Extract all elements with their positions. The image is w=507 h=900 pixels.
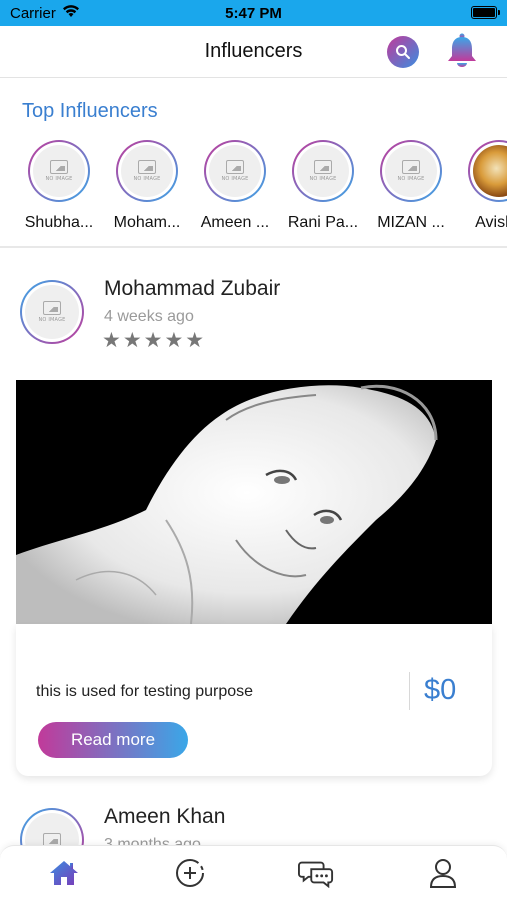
post-timestamp: 4 weeks ago — [104, 308, 194, 325]
bell-icon[interactable] — [444, 32, 480, 70]
home-icon — [50, 861, 78, 885]
influencer-item[interactable]: NO IMAGE Moham... — [103, 140, 191, 232]
tab-chat[interactable] — [298, 856, 334, 890]
influencer-photo — [473, 145, 507, 197]
influencer-item[interactable]: Avisha — [455, 140, 507, 232]
rating-stars: ★★★★★ — [102, 329, 207, 352]
post-description: this is used for testing purpose — [36, 683, 254, 700]
post-card: this is used for testing purpose $0 Read… — [16, 624, 492, 776]
influencer-name: Avisha — [475, 214, 507, 231]
influencer-item[interactable]: NO IMAGE Shubha... — [15, 140, 103, 232]
influencer-name: Rani Pa... — [287, 214, 359, 231]
image-placeholder-icon — [50, 160, 68, 174]
battery-icon — [471, 6, 500, 19]
image-placeholder-icon — [43, 301, 61, 315]
avatar — [468, 140, 507, 202]
profile-icon — [429, 859, 457, 888]
influencer-name: Shubha... — [24, 214, 94, 231]
post-photo-sketch — [16, 384, 438, 624]
chat-icon — [298, 861, 334, 888]
post-author-avatar[interactable]: NO IMAGE — [20, 280, 84, 344]
status-bar: Carrier 5:47 PM — [0, 0, 507, 26]
avatar: NO IMAGE — [292, 140, 354, 202]
search-icon — [396, 45, 410, 59]
tab-add[interactable] — [172, 856, 208, 890]
tab-profile[interactable] — [425, 856, 461, 890]
search-button[interactable] — [387, 36, 419, 68]
section-divider — [0, 246, 507, 248]
post-image[interactable] — [16, 380, 492, 624]
nav-bar: Influencers — [0, 26, 507, 78]
top-influencers-list[interactable]: NO IMAGE Shubha... NO IMAGE Moham... NO … — [0, 140, 507, 240]
status-time: 5:47 PM — [225, 5, 282, 22]
influencer-name: Moham... — [113, 214, 181, 231]
image-placeholder-icon — [226, 160, 244, 174]
tab-bar — [0, 845, 507, 900]
image-placeholder-icon — [138, 160, 156, 174]
avatar: NO IMAGE — [380, 140, 442, 202]
post-price: $0 — [424, 674, 457, 706]
avatar: NO IMAGE — [28, 140, 90, 202]
influencer-item[interactable]: NO IMAGE MIZAN ... — [367, 140, 455, 232]
image-placeholder-icon — [402, 160, 420, 174]
add-circle-icon — [176, 859, 204, 887]
influencer-name: Ameen ... — [200, 214, 270, 231]
page-title: Influencers — [204, 40, 303, 62]
post-author-name[interactable]: Ameen Khan — [104, 805, 225, 829]
influencer-name: MIZAN ... — [377, 214, 445, 231]
avatar: NO IMAGE — [204, 140, 266, 202]
influencer-item[interactable]: NO IMAGE Ameen ... — [191, 140, 279, 232]
price-divider — [409, 672, 410, 710]
tab-home[interactable] — [46, 856, 82, 890]
read-more-button[interactable]: Read more — [38, 722, 188, 758]
post-author-name[interactable]: Mohammad Zubair — [104, 277, 280, 301]
influencer-item[interactable]: NO IMAGE Rani Pa... — [279, 140, 367, 232]
image-placeholder-icon — [314, 160, 332, 174]
top-influencers-heading: Top Influencers — [22, 100, 158, 122]
avatar: NO IMAGE — [116, 140, 178, 202]
